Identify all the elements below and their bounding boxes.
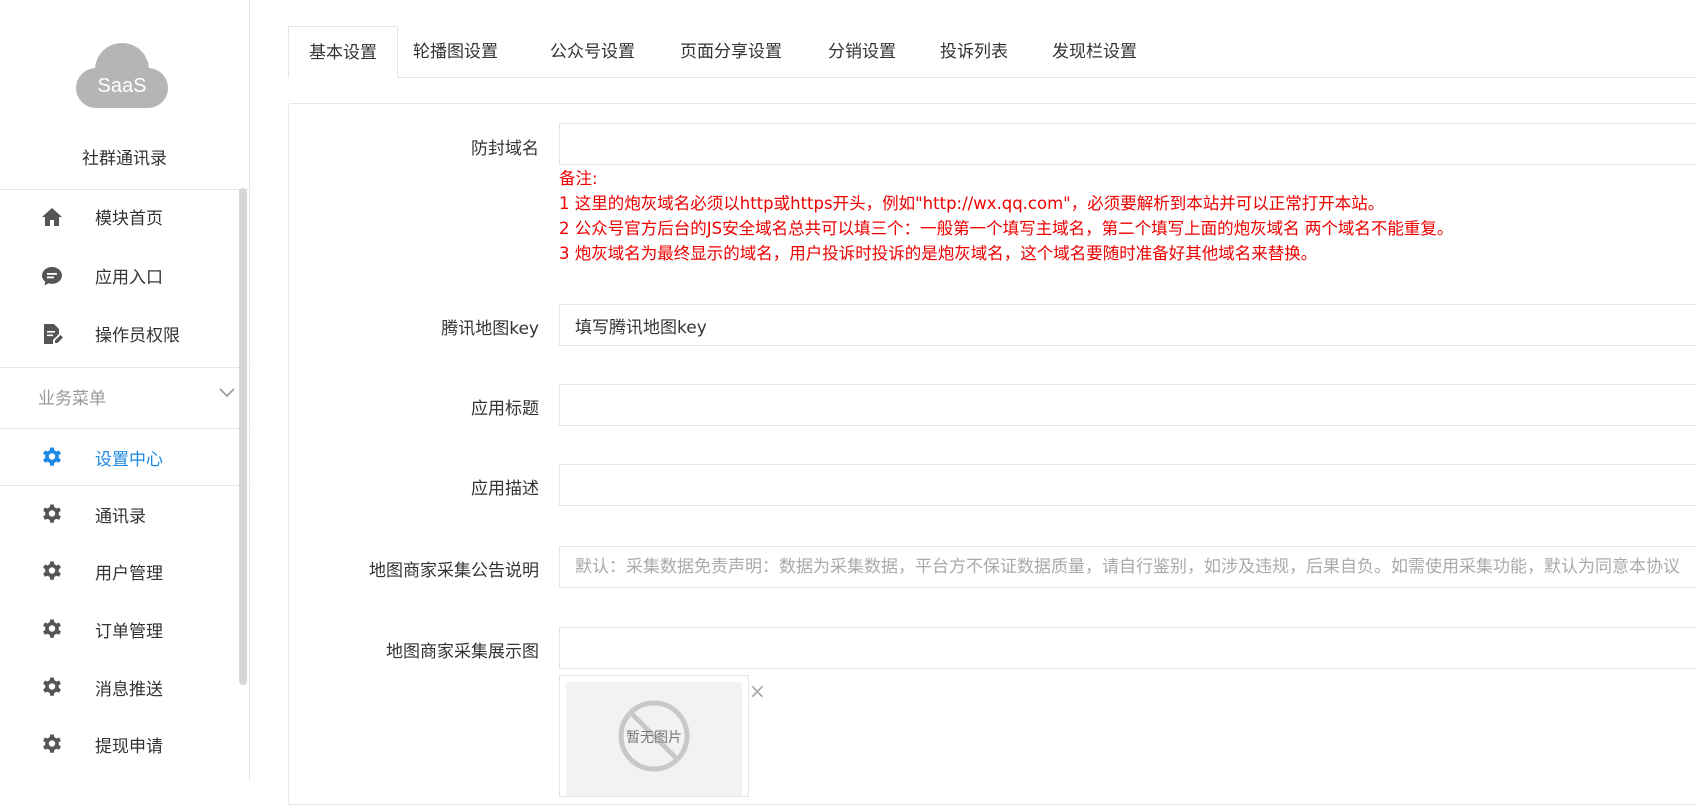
document-edit-icon xyxy=(44,324,63,344)
divider xyxy=(0,189,249,190)
sidebar-item-label: 模块首页 xyxy=(95,208,163,229)
sidebar-item-module-home[interactable]: 模块首页 xyxy=(0,194,240,238)
tab-basic-settings[interactable]: 基本设置 xyxy=(288,26,398,78)
app-description-input[interactable] xyxy=(559,464,1696,506)
gear-icon xyxy=(43,561,61,580)
tab-distribution-settings[interactable]: 分销设置 xyxy=(828,26,896,78)
tab-page-share-settings[interactable]: 页面分享设置 xyxy=(680,26,782,78)
sidebar-item-label: 应用入口 xyxy=(95,267,163,288)
merchant-notice-label: 地图商家采集公告说明 xyxy=(369,561,539,581)
sidebar-item-label: 消息推送 xyxy=(95,679,163,700)
anti-block-domain-input[interactable] xyxy=(559,123,1696,165)
sidebar-item-message-push[interactable]: 消息推送 xyxy=(0,665,240,709)
sidebar-item-contacts[interactable]: 通讯录 xyxy=(0,492,240,536)
note-line: 2 公众号官方后台的JS安全域名总共可以填三个：一般第一个填写主域名，第二个填写… xyxy=(559,219,1454,238)
app-title-label: 应用标题 xyxy=(471,399,539,419)
sidebar-item-label: 用户管理 xyxy=(95,563,163,584)
app-name: 社群通讯录 xyxy=(82,149,167,169)
tencent-map-key-input[interactable] xyxy=(559,304,1696,346)
chevron-down-icon[interactable] xyxy=(218,384,236,402)
map-key-label: 腾讯地图key xyxy=(441,319,539,339)
app-desc-label: 应用描述 xyxy=(471,479,539,499)
merchant-image-url-input[interactable] xyxy=(559,627,1696,669)
sidebar-scrollbar[interactable] xyxy=(239,188,247,685)
domain-note: 备注: 1 这里的炮灰域名必须以http或https开头，例如"http://w… xyxy=(559,166,1453,266)
sidebar-item-app-entry[interactable]: 应用入口 xyxy=(0,253,240,297)
note-title: 备注: xyxy=(559,169,598,188)
remove-image-icon[interactable]: × xyxy=(749,679,766,703)
sidebar-item-operator-permissions[interactable]: 操作员权限 xyxy=(0,311,240,355)
settings-tabs: 基本设置 轮播图设置 公众号设置 页面分享设置 分销设置 投诉列表 发现栏设置 xyxy=(288,26,1696,78)
app-title-input[interactable] xyxy=(559,384,1696,426)
merchant-image-label: 地图商家采集展示图 xyxy=(386,642,539,662)
sidebar: SaaS 社群通讯录 模块首页 应用入口 操作员权限 业务菜单 设置中心 通讯录… xyxy=(0,0,250,781)
gear-icon xyxy=(43,504,61,523)
logo-text: SaaS xyxy=(98,75,147,97)
divider xyxy=(0,428,249,429)
image-preview[interactable]: 暂无图片 xyxy=(559,675,749,797)
home-icon xyxy=(42,208,62,226)
gear-icon xyxy=(43,619,61,638)
sidebar-item-settings-center[interactable]: 设置中心 xyxy=(0,435,240,479)
tab-discover-bar-settings[interactable]: 发现栏设置 xyxy=(1052,26,1137,78)
sidebar-item-label: 通讯录 xyxy=(95,506,146,527)
sidebar-item-order-management[interactable]: 订单管理 xyxy=(0,607,240,651)
no-image-text: 暂无图片 xyxy=(626,730,682,746)
menu-group-title[interactable]: 业务菜单 xyxy=(38,384,106,409)
sidebar-item-user-management[interactable]: 用户管理 xyxy=(0,549,240,593)
divider xyxy=(0,485,249,486)
saas-logo: SaaS xyxy=(72,36,172,116)
domain-label: 防封域名 xyxy=(471,139,539,159)
gear-icon xyxy=(43,447,61,466)
sidebar-item-label: 订单管理 xyxy=(95,621,163,642)
sidebar-item-label: 操作员权限 xyxy=(95,325,180,346)
image-placeholder: 暂无图片 xyxy=(566,682,742,796)
sidebar-item-label: 提现申请 xyxy=(95,736,163,757)
no-image-icon: 暂无图片 xyxy=(618,700,690,772)
tab-carousel-settings[interactable]: 轮播图设置 xyxy=(413,26,498,78)
sidebar-item-label: 设置中心 xyxy=(95,449,163,470)
tab-complaint-list[interactable]: 投诉列表 xyxy=(940,26,1008,78)
merchant-notice-input[interactable] xyxy=(559,546,1696,588)
sidebar-item-withdrawal[interactable]: 提现申请 xyxy=(0,722,240,766)
gear-icon xyxy=(43,734,61,753)
note-line: 3 炮灰域名为最终显示的域名，用户投诉时投诉的是炮灰域名，这个域名要随时准备好其… xyxy=(559,244,1318,263)
note-line: 1 这里的炮灰域名必须以http或https开头，例如"http://wx.qq… xyxy=(559,194,1385,213)
gear-icon xyxy=(43,677,61,696)
divider xyxy=(0,367,249,368)
chat-bubble-icon xyxy=(42,267,62,286)
tab-official-account-settings[interactable]: 公众号设置 xyxy=(550,26,635,78)
